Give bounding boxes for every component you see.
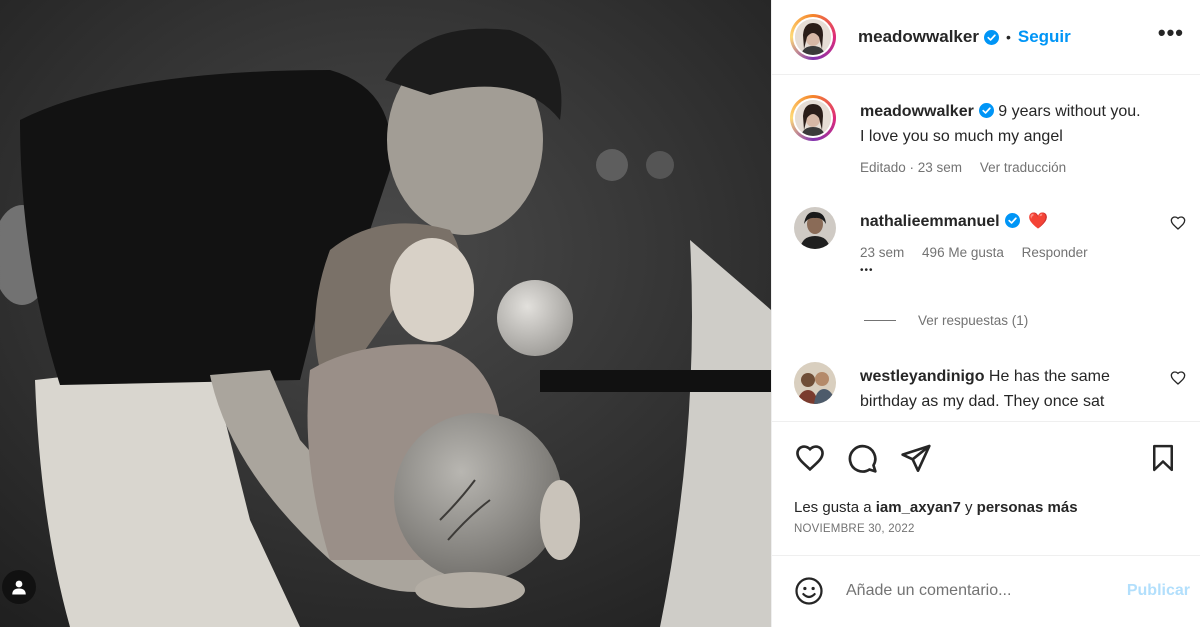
- follow-button[interactable]: Seguir: [1018, 27, 1071, 47]
- comment-item: nathalieemmanuel ❤️ 23 sem 496 Me gusta …: [790, 205, 1186, 285]
- commenter-avatar[interactable]: [794, 207, 836, 249]
- likes-user[interactable]: iam_axyan7: [876, 499, 961, 516]
- comment-username[interactable]: nathalieemmanuel: [860, 213, 1000, 230]
- header-separator: •: [1005, 29, 1011, 45]
- add-comment-bar: Añade un comentario... Publicar: [772, 555, 1200, 627]
- comment-meta: 23 sem 496 Me gusta Responder: [860, 240, 1158, 265]
- tagged-people-button[interactable]: [2, 570, 36, 604]
- likes-others[interactable]: personas más: [977, 499, 1078, 516]
- bookmark-icon[interactable]: [1148, 442, 1178, 474]
- heart-icon[interactable]: [794, 442, 826, 474]
- author-avatar[interactable]: [790, 14, 836, 60]
- share-icon[interactable]: [900, 442, 932, 474]
- comments-list[interactable]: meadowwalker 9 years without you. I love…: [772, 75, 1200, 421]
- avatar-portrait-icon: [794, 207, 836, 249]
- bowling-photo-illustration: [0, 0, 771, 627]
- person-tag-icon: [12, 580, 26, 595]
- comment-input[interactable]: Añade un comentario...: [846, 582, 1011, 600]
- comment-icon[interactable]: [846, 442, 878, 474]
- caption-username[interactable]: meadowwalker: [860, 103, 974, 120]
- more-options-icon[interactable]: •••: [1158, 22, 1184, 44]
- avatar-portrait-icon: [795, 19, 831, 55]
- post-actions: Les gusta a iam_axyan7 y personas más NO…: [772, 421, 1200, 556]
- avatar-portrait-icon: [795, 100, 831, 136]
- verified-badge-icon: [978, 103, 994, 118]
- author-username[interactable]: meadowwalker: [858, 27, 979, 47]
- caption-meta: Editado · 23 sem Ver traducción: [860, 155, 1146, 180]
- reply-button[interactable]: Responder: [1022, 245, 1088, 260]
- post-side-panel: meadowwalker • Seguir ••• meadowwalker 9…: [771, 0, 1200, 627]
- likes-summary[interactable]: Les gusta a iam_axyan7 y personas más: [794, 499, 1078, 516]
- avatar-group-icon: [794, 362, 836, 404]
- post-date[interactable]: NOVIEMBRE 30, 2022: [794, 523, 915, 535]
- post-header: meadowwalker • Seguir •••: [772, 0, 1200, 75]
- verified-badge-icon: [983, 29, 999, 45]
- caption-edited: Editado · 23 sem: [860, 160, 963, 175]
- emoji-icon[interactable]: [794, 576, 824, 606]
- view-replies-button[interactable]: Ver respuestas (1): [864, 313, 1028, 328]
- comment-item: westleyandinigo He has the same birthday…: [790, 360, 1186, 421]
- comment-more-options[interactable]: •••: [860, 265, 1158, 277]
- caption-avatar[interactable]: [790, 95, 836, 141]
- replies-divider: [864, 320, 896, 321]
- comment-text: ❤️: [1028, 213, 1048, 230]
- verified-badge-icon: [1004, 213, 1020, 228]
- likes-middle: y: [964, 499, 973, 516]
- view-replies-label: Ver respuestas (1): [918, 313, 1029, 328]
- translate-link[interactable]: Ver traducción: [980, 160, 1066, 175]
- comment-like-heart-icon[interactable]: [1170, 370, 1186, 386]
- comment-username[interactable]: westleyandinigo: [860, 368, 984, 385]
- comment-like-heart-icon[interactable]: [1170, 215, 1186, 231]
- comment-time: 23 sem: [860, 245, 905, 260]
- post-photo[interactable]: [0, 0, 771, 627]
- commenter-avatar[interactable]: [794, 362, 836, 404]
- publish-button[interactable]: Publicar: [1127, 582, 1190, 600]
- comment-likes[interactable]: 496 Me gusta: [922, 245, 1004, 260]
- likes-prefix: Les gusta a: [794, 499, 872, 516]
